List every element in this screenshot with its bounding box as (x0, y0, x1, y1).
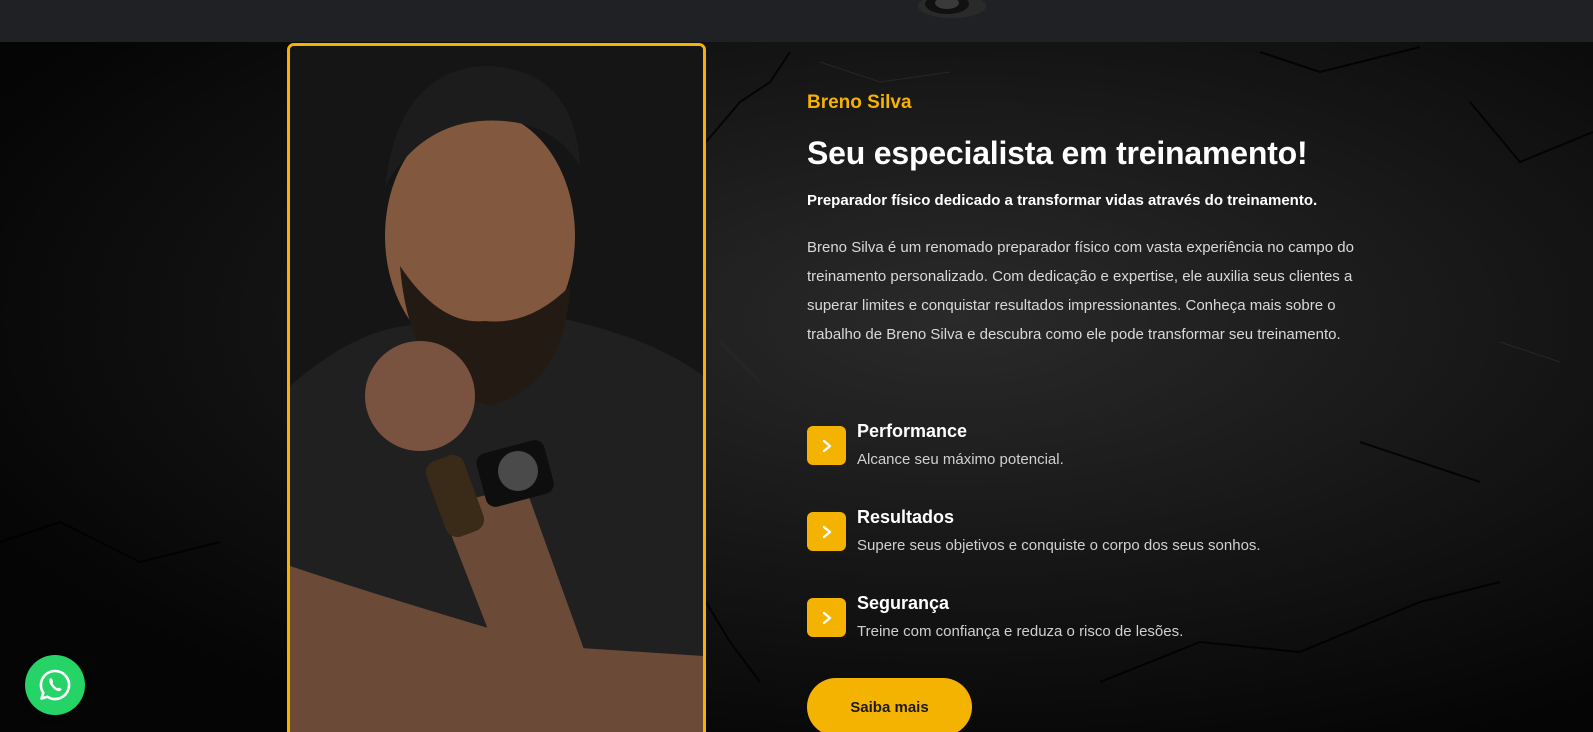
feature-description: Treine com confiança e reduza o risco de… (857, 623, 1184, 640)
feature-item-performance: Performance Alcance seu máximo potencial… (807, 421, 1387, 486)
feature-title: Segurança (857, 593, 950, 613)
chevron-right-icon (807, 512, 846, 551)
trainer-photo (287, 43, 706, 732)
feature-item-resultados: Resultados Supere seus objetivos e conqu… (807, 507, 1387, 572)
chevron-right-icon (807, 598, 846, 637)
top-header (0, 0, 1593, 42)
feature-title: Performance (857, 421, 968, 441)
whatsapp-button[interactable] (25, 655, 85, 715)
trainer-portrait (290, 46, 703, 732)
feature-item-seguranca: Segurança Treine com confiança e reduza … (807, 593, 1387, 658)
chevron-right-icon (807, 426, 846, 465)
section-lead: Preparador físico dedicado a transformar… (807, 192, 1318, 209)
section-title: Seu especialista em treinamento! (807, 135, 1308, 171)
about-section: Breno Silva Seu especialista em treiname… (0, 42, 1593, 732)
feature-title: Resultados (857, 507, 955, 527)
section-description: Breno Silva é um renomado preparador fís… (807, 239, 1354, 343)
trainer-name: Breno Silva (807, 92, 912, 113)
whatsapp-icon (39, 669, 71, 701)
feature-description: Alcance seu máximo potencial. (857, 451, 1064, 468)
feature-description: Supere seus objetivos e conquiste o corp… (857, 537, 1261, 554)
saiba-mais-button[interactable]: Saiba mais (807, 678, 972, 732)
header-logo-icon (918, 0, 986, 18)
